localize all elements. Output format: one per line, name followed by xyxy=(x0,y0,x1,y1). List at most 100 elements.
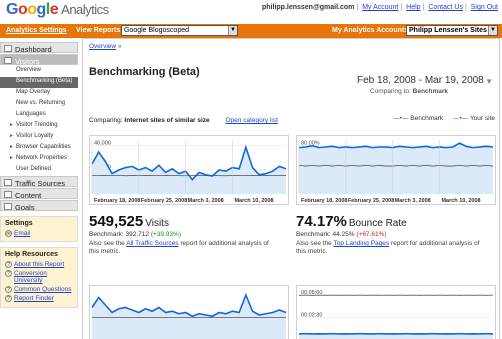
benchmark-line xyxy=(298,165,494,167)
comparing-label: Comparing: xyxy=(89,117,123,124)
logo-letter: e xyxy=(49,1,59,18)
help-link-report-finder[interactable]: ? Report Finder xyxy=(5,295,73,302)
chevron-down-icon[interactable]: ▼ xyxy=(485,77,493,86)
comparing-to: Comparing to: Benchmark xyxy=(370,88,493,95)
logo-letter: o xyxy=(17,1,28,18)
sidebar-sub-visitor-loyalty[interactable]: ► Visitor Loyalty xyxy=(0,132,78,143)
sidebar-sub-overview[interactable]: Overview xyxy=(0,66,78,77)
sidebar-item-visitors[interactable]: Visitors xyxy=(0,54,78,66)
y-tick-label: 40,000 xyxy=(94,140,111,146)
help-link-label: Report Finder xyxy=(14,295,54,302)
legend-your-site-label: Your site xyxy=(469,115,495,122)
date-range-picker[interactable]: Feb 18, 2008 - Mar 19, 2008 Comparing to… xyxy=(351,75,493,103)
open-category-list-link[interactable]: Open category list xyxy=(226,117,278,124)
bounce-rate-value: 74.17% xyxy=(296,213,347,230)
sidebar-sub-user-defined[interactable]: User Defined xyxy=(0,165,78,176)
person-icon xyxy=(4,57,12,64)
sidebar-item-label: Traffic Sources xyxy=(15,179,66,188)
visits-chart: 40,00020,000February 18, 2008February 25… xyxy=(89,135,289,205)
your-site-area xyxy=(92,147,286,194)
sidebar-item-label: Goals xyxy=(15,203,35,212)
chart-legend: —•— Benchmark —•— Your site xyxy=(385,115,495,122)
goals-icon xyxy=(4,203,12,210)
help-title: Help Resources xyxy=(5,251,58,258)
legend-benchmark-label: Benchmark xyxy=(410,115,444,122)
x-tick-label: March 10, 2008 xyxy=(441,198,480,204)
comparing-row: Comparing: Internet sites of similar siz… xyxy=(89,117,278,124)
x-tick-label: March 10, 2008 xyxy=(234,198,273,204)
question-icon: ? xyxy=(5,286,12,293)
bounce-rate-label: Bounce Rate xyxy=(348,218,407,229)
x-tick-label: February 25, 2008 xyxy=(348,198,394,204)
bench-value: 44.25% xyxy=(332,231,355,238)
comparing-to-value: Benchmark xyxy=(412,88,449,95)
visits-note: Also see the All Traffic Sources report … xyxy=(89,240,279,256)
view-reports-value: Google Blogoscoped xyxy=(124,27,189,34)
triangle-right-icon: ► xyxy=(9,133,14,139)
help-link-label: About this Report xyxy=(14,261,65,268)
sidebar-sub-map-overlay[interactable]: Map Overlay xyxy=(0,88,78,99)
help-resources-box: Help Resources ? About this Report ? Conve… xyxy=(0,247,78,308)
analytics-settings-link[interactable]: Analytics Settings xyxy=(6,27,67,34)
sidebar-sub-visitor-trending[interactable]: ► Visitor Trending xyxy=(0,121,78,132)
x-tick-label: March 3, 2008 xyxy=(395,198,431,204)
main-content: Overview » Benchmarking (Beta) Feb 18, 2… xyxy=(82,38,500,339)
breadcrumb-separator: » xyxy=(117,43,122,50)
sidebar-item-dashboard[interactable]: Dashboard xyxy=(0,42,78,54)
bounce-rate-chart: 80.00%40.00%February 18, 2008February 25… xyxy=(296,135,496,205)
logo-letter: g xyxy=(36,1,47,18)
traffic-icon xyxy=(4,179,12,186)
my-account-link[interactable]: My Account xyxy=(362,4,398,11)
visits-benchmark: Benchmark: 392,712 (+39.93%) xyxy=(89,231,279,238)
pages-visit-chart xyxy=(89,285,289,339)
sidebar-sub-browser-capabilities[interactable]: ► Browser Capabilities xyxy=(0,143,78,154)
logo-letter: o xyxy=(27,1,37,18)
your-site-area xyxy=(92,295,286,339)
help-link[interactable]: Help xyxy=(406,4,420,11)
google-analytics-logo[interactable]: Google Analytics xyxy=(6,1,109,19)
sidebar-sub-benchmarking[interactable]: Benchmarking (Beta) xyxy=(0,77,78,88)
visits-value: 549,525 xyxy=(89,213,144,230)
sign-out-link[interactable]: Sign Out xyxy=(471,4,498,11)
sidebar-item-goals[interactable]: Goals xyxy=(0,200,78,212)
breadcrumb-overview-link[interactable]: Overview xyxy=(89,43,116,50)
sidebar-item-traffic-sources[interactable]: Traffic Sources xyxy=(0,176,78,188)
bench-value: 392,712 xyxy=(125,231,150,238)
sidebar-sub-languages[interactable]: Languages xyxy=(0,110,78,121)
content-icon xyxy=(4,191,12,198)
y-tick-label: 00:02:30 xyxy=(301,313,322,319)
page-title: Benchmarking (Beta) xyxy=(89,66,200,78)
help-link-conversion-university[interactable]: ? Conversion University xyxy=(5,270,73,284)
note-text: Also see the xyxy=(89,240,125,247)
accounts-select[interactable]: Philipp Lenssen's Sites ▼ xyxy=(406,25,498,36)
bench-label: Benchmark: xyxy=(296,231,331,238)
header: Google Analytics philipp.lenssen@gmail.co… xyxy=(0,0,502,24)
comparing-value: Internet sites of similar size xyxy=(124,117,210,124)
bounce-rate-metric: 74.17% Bounce Rate Benchmark: 44.25% (+67… xyxy=(296,213,486,256)
view-reports-select[interactable]: Google Blogoscoped ▼ xyxy=(121,25,238,36)
toolbar: Analytics Settings View Reports: Google … xyxy=(0,24,502,38)
sidebar-sub-network-properties[interactable]: ► Network Properties xyxy=(0,154,78,165)
help-link-label: Common Questions xyxy=(14,286,72,293)
sidebar-sub-new-returning[interactable]: New vs. Returning xyxy=(0,99,78,110)
user-email: philipp.lenssen@gmail.com xyxy=(262,4,355,11)
your-site-area xyxy=(299,143,493,194)
sidebar-item-content[interactable]: Content xyxy=(0,188,78,200)
dashboard-icon xyxy=(4,45,12,52)
help-link-common-questions[interactable]: ? Common Questions xyxy=(5,286,73,293)
sidebar-item-label: Content xyxy=(15,191,42,200)
bounce-note: Also see the Top Landing Pages report fo… xyxy=(296,240,486,256)
note-text: Also see the xyxy=(296,240,332,247)
my-accounts-label: My Analytics Accounts: xyxy=(332,27,411,34)
x-tick-label: March 3, 2008 xyxy=(188,198,224,204)
top-links: philipp.lenssen@gmail.com | My Account | H… xyxy=(262,4,498,11)
email-link[interactable]: ✉ Email xyxy=(5,230,73,237)
x-tick-label: February 18, 2008 xyxy=(94,198,140,204)
all-traffic-sources-link[interactable]: All Traffic Sources xyxy=(126,240,178,247)
top-landing-pages-link[interactable]: Top Landing Pages xyxy=(333,240,389,247)
triangle-right-icon: ► xyxy=(9,155,14,161)
sidebar-item-label: Dashboard xyxy=(15,45,52,54)
help-link-about-report[interactable]: ? About this Report xyxy=(5,261,73,268)
question-icon: ? xyxy=(5,270,12,277)
contact-us-link[interactable]: Contact Us xyxy=(428,4,463,11)
